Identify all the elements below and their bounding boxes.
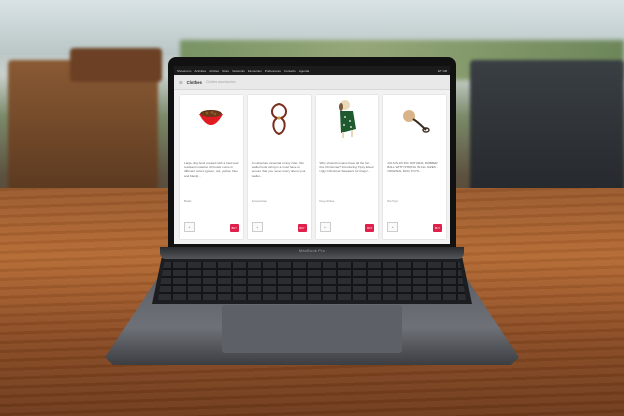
product-category: Bowls [184,199,192,203]
cafe-photo: MacBook Pro Showroom Activities Articles… [0,0,624,416]
buy-button[interactable]: BUY [229,224,239,232]
product-category: Dog clothes [319,199,335,203]
add-quantity-button[interactable]: + [251,222,263,232]
trackpad [222,305,402,353]
add-quantity-button[interactable]: + [184,222,195,232]
page-subtitle: Clothes accessories [205,80,236,84]
product-category: Pet Toys [387,199,398,203]
menu-item[interactable]: Store [222,69,229,73]
product-description: JULIUS-K9 IDC NATURAL RUBBER BALL WITH S… [387,161,438,174]
add-quantity-button[interactable]: + [319,222,331,232]
menu-item[interactable]: Articles [209,69,219,73]
product-description: Why should humans have all the fun this … [319,161,375,174]
leash-icon [248,95,311,143]
buy-button[interactable]: BUY [365,224,375,232]
menu-item[interactable]: Networks [232,69,245,73]
menu-item[interactable]: Showroom [177,69,191,73]
laptop-brand-label: MacBook Pro [298,248,326,253]
product-card[interactable]: JULIUS-K9 IDC NATURAL RUBBER BALL WITH S… [383,95,446,239]
keyboard-keys [158,262,466,300]
app-top-menu: Showroom Activities Articles Store Netwo… [174,66,450,75]
status-text: ET GB [438,68,447,73]
buy-button[interactable]: BUY [297,224,307,232]
buy-button[interactable]: BUY [433,224,442,232]
product-grid: Large dog bowl created with a hard and r… [180,95,446,239]
menu-item[interactable]: Agenda [299,69,309,73]
menu-item[interactable]: Preferences [265,69,281,73]
page-header: ☰ Clothes Clothes accessories [174,75,450,90]
menu-icon[interactable]: ☰ [179,80,183,85]
product-description: Large dog bowl created with a hard and r… [184,161,239,178]
chair-back [70,48,162,82]
product-description: An absolute essential of any rider, this… [251,161,306,178]
add-quantity-button[interactable]: + [387,222,399,232]
product-card[interactable]: An absolute essential of any rider, this… [247,95,311,239]
product-category: Accessories [251,199,267,203]
menu-item[interactable]: Favourites [248,69,262,73]
rubber-ball-rope-icon [383,95,446,143]
laptop-screen: Showroom Activities Articles Store Netwo… [174,66,450,244]
dog-bowl-icon [180,95,243,143]
product-card[interactable]: Why should humans have all the fun this … [315,95,379,239]
product-card[interactable]: Large dog bowl created with a hard and r… [180,95,243,239]
menu-item[interactable]: Activities [194,69,206,73]
dog-sweater-icon [316,95,379,143]
menu-item[interactable]: Contacts [284,69,296,73]
page-title: Clothes [186,79,202,85]
